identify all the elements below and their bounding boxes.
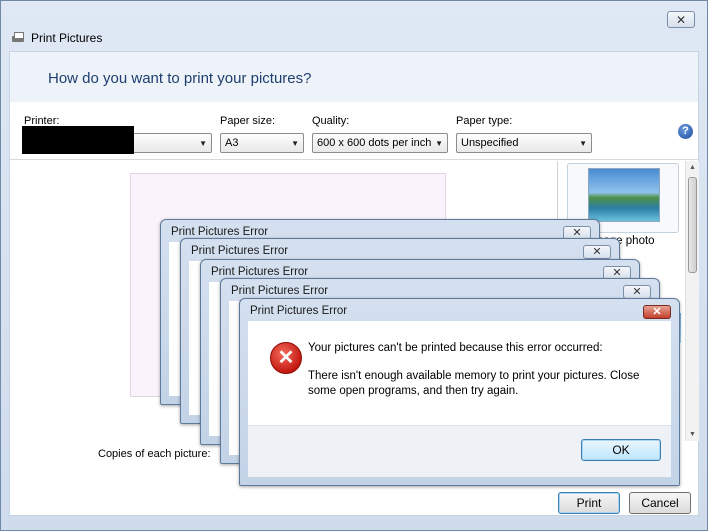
quality-select[interactable]: 600 x 600 dots per inch ▼ [312, 133, 448, 153]
scroll-thumb[interactable] [688, 177, 697, 273]
window-close-button[interactable]: ✕ [667, 11, 695, 28]
error-icon: ✕ [270, 342, 302, 374]
header-band: How do you want to print your pictures? [10, 52, 698, 102]
error-dialog: Print Pictures Error ✕ ✕ Your pictures c… [239, 298, 680, 486]
layout-scrollbar[interactable]: ▲ ▼ [685, 161, 699, 441]
dialog-title: Print Pictures Error [191, 245, 289, 257]
print-button[interactable]: Print [558, 492, 620, 514]
copies-label: Copies of each picture: [98, 448, 211, 460]
page-question: How do you want to print your pictures? [48, 70, 312, 87]
printer-icon [11, 31, 25, 45]
dialog-body: ✕ Your pictures can't be printed because… [248, 321, 671, 477]
error-message-heading: Your pictures can't be printed because t… [308, 342, 603, 354]
quality-label: Quality: [312, 115, 350, 127]
scroll-down-icon[interactable]: ▼ [689, 431, 696, 438]
dialog-title: Print Pictures Error [211, 266, 309, 278]
cancel-button[interactable]: Cancel [629, 492, 691, 514]
paper-size-value: A3 [225, 137, 239, 149]
window-title: Print Pictures [31, 31, 103, 45]
chevron-down-icon: ▼ [579, 139, 587, 148]
dialog-close-button[interactable]: ✕ [583, 245, 611, 259]
close-icon: ✕ [652, 306, 662, 318]
help-icon[interactable]: ? [678, 124, 693, 139]
dialog-footer: OK [248, 425, 671, 477]
dialog-close-button[interactable]: ✕ [623, 285, 651, 299]
redacted-printer-name [22, 126, 134, 154]
chevron-down-icon: ▼ [435, 139, 443, 148]
dialog-title: Print Pictures Error [171, 226, 269, 238]
dialog-close-button[interactable]: ✕ [643, 305, 671, 319]
dialog-title: Print Pictures Error [250, 305, 348, 317]
quality-value: 600 x 600 dots per inch [317, 137, 432, 149]
title-bar: Print Pictures [11, 31, 102, 45]
paper-type-select[interactable]: Unspecified ▼ [456, 133, 592, 153]
ok-button[interactable]: OK [581, 439, 661, 461]
error-message-detail: There isn't enough available memory to p… [308, 370, 640, 397]
chevron-down-icon: ▼ [199, 139, 207, 148]
paper-type-value: Unspecified [461, 137, 519, 149]
close-icon: ✕ [592, 246, 602, 258]
chevron-down-icon: ▼ [291, 139, 299, 148]
dialog-title: Print Pictures Error [231, 285, 329, 297]
scroll-up-icon[interactable]: ▲ [689, 164, 696, 171]
close-icon: ✕ [675, 12, 687, 27]
paper-size-select[interactable]: A3 ▼ [220, 133, 304, 153]
landscape-thumbnail [588, 168, 660, 222]
paper-size-label: Paper size: [220, 115, 276, 127]
close-icon: ✕ [632, 286, 642, 298]
paper-type-label: Paper type: [456, 115, 513, 127]
